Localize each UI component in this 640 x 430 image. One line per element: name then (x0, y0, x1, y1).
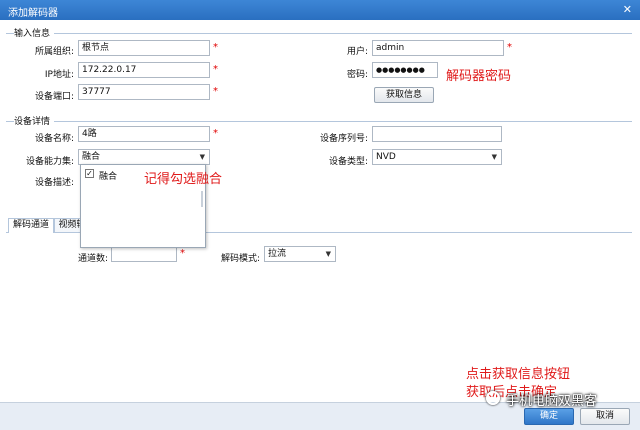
ip-required-mark: * (213, 64, 218, 75)
channel-count-required-mark: * (180, 248, 185, 259)
fusion-annotation: 记得勾选融合 (144, 172, 223, 187)
tab-decode-channel[interactable]: 解码通道 (8, 218, 54, 233)
password-input[interactable]: ●●●●●●●● (372, 62, 438, 78)
decode-mode-select[interactable]: 拉流 ▼ (264, 246, 336, 262)
user-required-mark: * (507, 42, 512, 53)
capability-select[interactable]: 融合 ▼ (78, 149, 210, 165)
close-icon[interactable]: ✕ (623, 3, 632, 16)
device-type-select[interactable]: NVD ▼ (372, 149, 502, 165)
ok-button[interactable]: 确定 (524, 408, 574, 425)
title-bar: 添加解码器 ✕ (0, 0, 640, 20)
tab-label: 解码通道 (12, 220, 49, 230)
wechat-icon (486, 391, 500, 405)
port-label: 设备端口: (34, 92, 74, 102)
fusion-checkbox[interactable]: ✓ (85, 169, 94, 178)
device-desc-label: 设备描述: (34, 178, 74, 188)
port-required-mark: * (213, 86, 218, 97)
ip-label: IP地址: (44, 70, 74, 80)
user-label: 用户: (346, 47, 368, 57)
decode-mode-label: 解码模式: (220, 254, 260, 264)
cancel-button[interactable]: 取消 (580, 408, 630, 425)
capability-select-value: 融合 (82, 152, 101, 162)
watermark-text: 手机电脑双黑客 (506, 394, 598, 409)
device-type-label: 设备类型: (328, 157, 368, 167)
input-info-divider (6, 33, 632, 34)
device-details-divider (6, 121, 632, 122)
ip-input[interactable]: 172.22.0.17 (78, 62, 210, 78)
fusion-option-label[interactable]: 融合 (99, 169, 117, 182)
channel-count-input[interactable] (111, 246, 177, 262)
port-input[interactable]: 37777 (78, 84, 210, 100)
org-input[interactable]: 根节点 (78, 40, 210, 56)
serial-input[interactable] (372, 126, 502, 142)
device-name-input[interactable]: 4路 (78, 126, 210, 142)
dropdown-scrollbar[interactable] (201, 191, 203, 207)
window-title: 添加解码器 (8, 8, 58, 19)
org-label: 所属组织: (34, 47, 74, 57)
input-info-section-title: 输入信息 (14, 26, 55, 39)
chevron-down-icon: ▼ (491, 153, 497, 161)
serial-label: 设备序列号: (319, 134, 368, 144)
get-info-button[interactable]: 获取信息 (374, 87, 434, 103)
device-name-label: 设备名称: (34, 134, 74, 144)
user-input[interactable]: admin (372, 40, 504, 56)
decode-mode-select-value: 拉流 (268, 249, 287, 259)
device-name-required-mark: * (213, 128, 218, 139)
get-info-annotation-line1: 点击获取信息按钮 (466, 367, 571, 382)
password-annotation: 解码器密码 (446, 69, 512, 84)
channel-count-label: 通道数: (77, 254, 108, 264)
chevron-down-icon: ▼ (325, 250, 331, 258)
org-required-mark: * (213, 42, 218, 53)
capability-label: 设备能力集: (25, 157, 74, 167)
password-label: 密码: (346, 70, 368, 80)
device-type-select-value: NVD (376, 152, 396, 162)
device-details-section-title: 设备详情 (14, 114, 55, 127)
chevron-down-icon: ▼ (199, 153, 205, 161)
